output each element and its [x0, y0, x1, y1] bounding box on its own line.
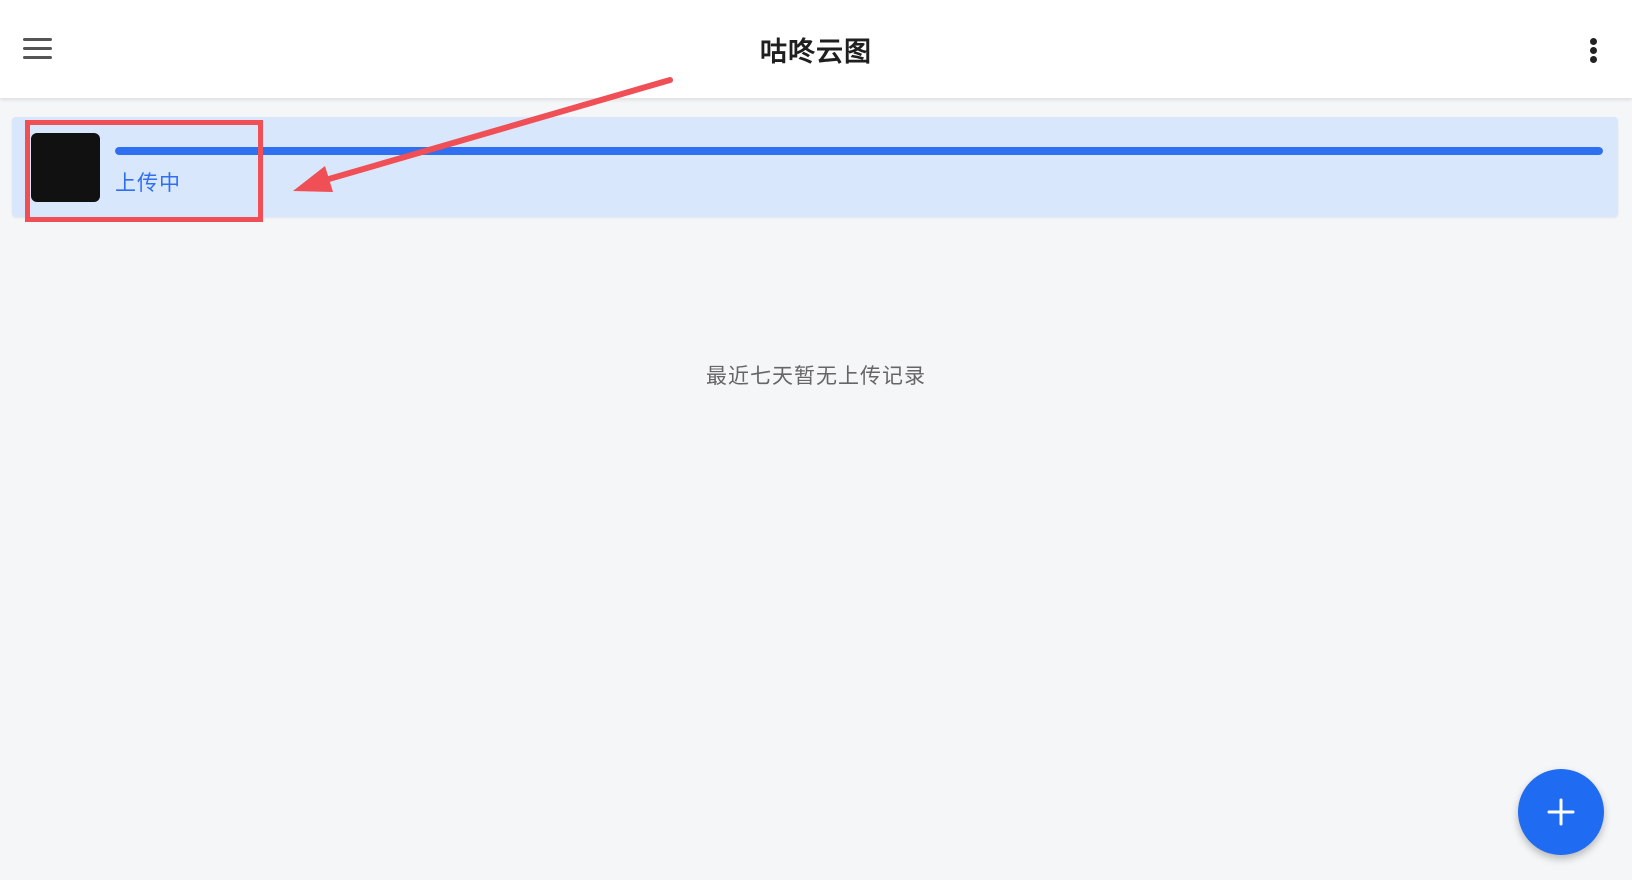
more-vertical-icon[interactable]	[1582, 34, 1606, 66]
app-title: 咕咚云图	[760, 37, 872, 68]
more-dot	[1590, 38, 1597, 45]
upload-progress-bar	[115, 147, 1603, 155]
more-dot	[1590, 56, 1597, 63]
annotation-highlight-box	[25, 120, 263, 222]
upload-progress-fill	[115, 147, 1603, 155]
empty-state-message: 最近七天暂无上传记录	[706, 364, 926, 388]
plus-icon	[1547, 798, 1575, 826]
page: 咕咚云图 上传中 最近七天暂无上传记录	[0, 0, 1632, 880]
add-upload-button[interactable]	[1518, 769, 1604, 855]
more-dot	[1590, 47, 1597, 54]
top-app-bar: 咕咚云图	[0, 0, 1632, 98]
